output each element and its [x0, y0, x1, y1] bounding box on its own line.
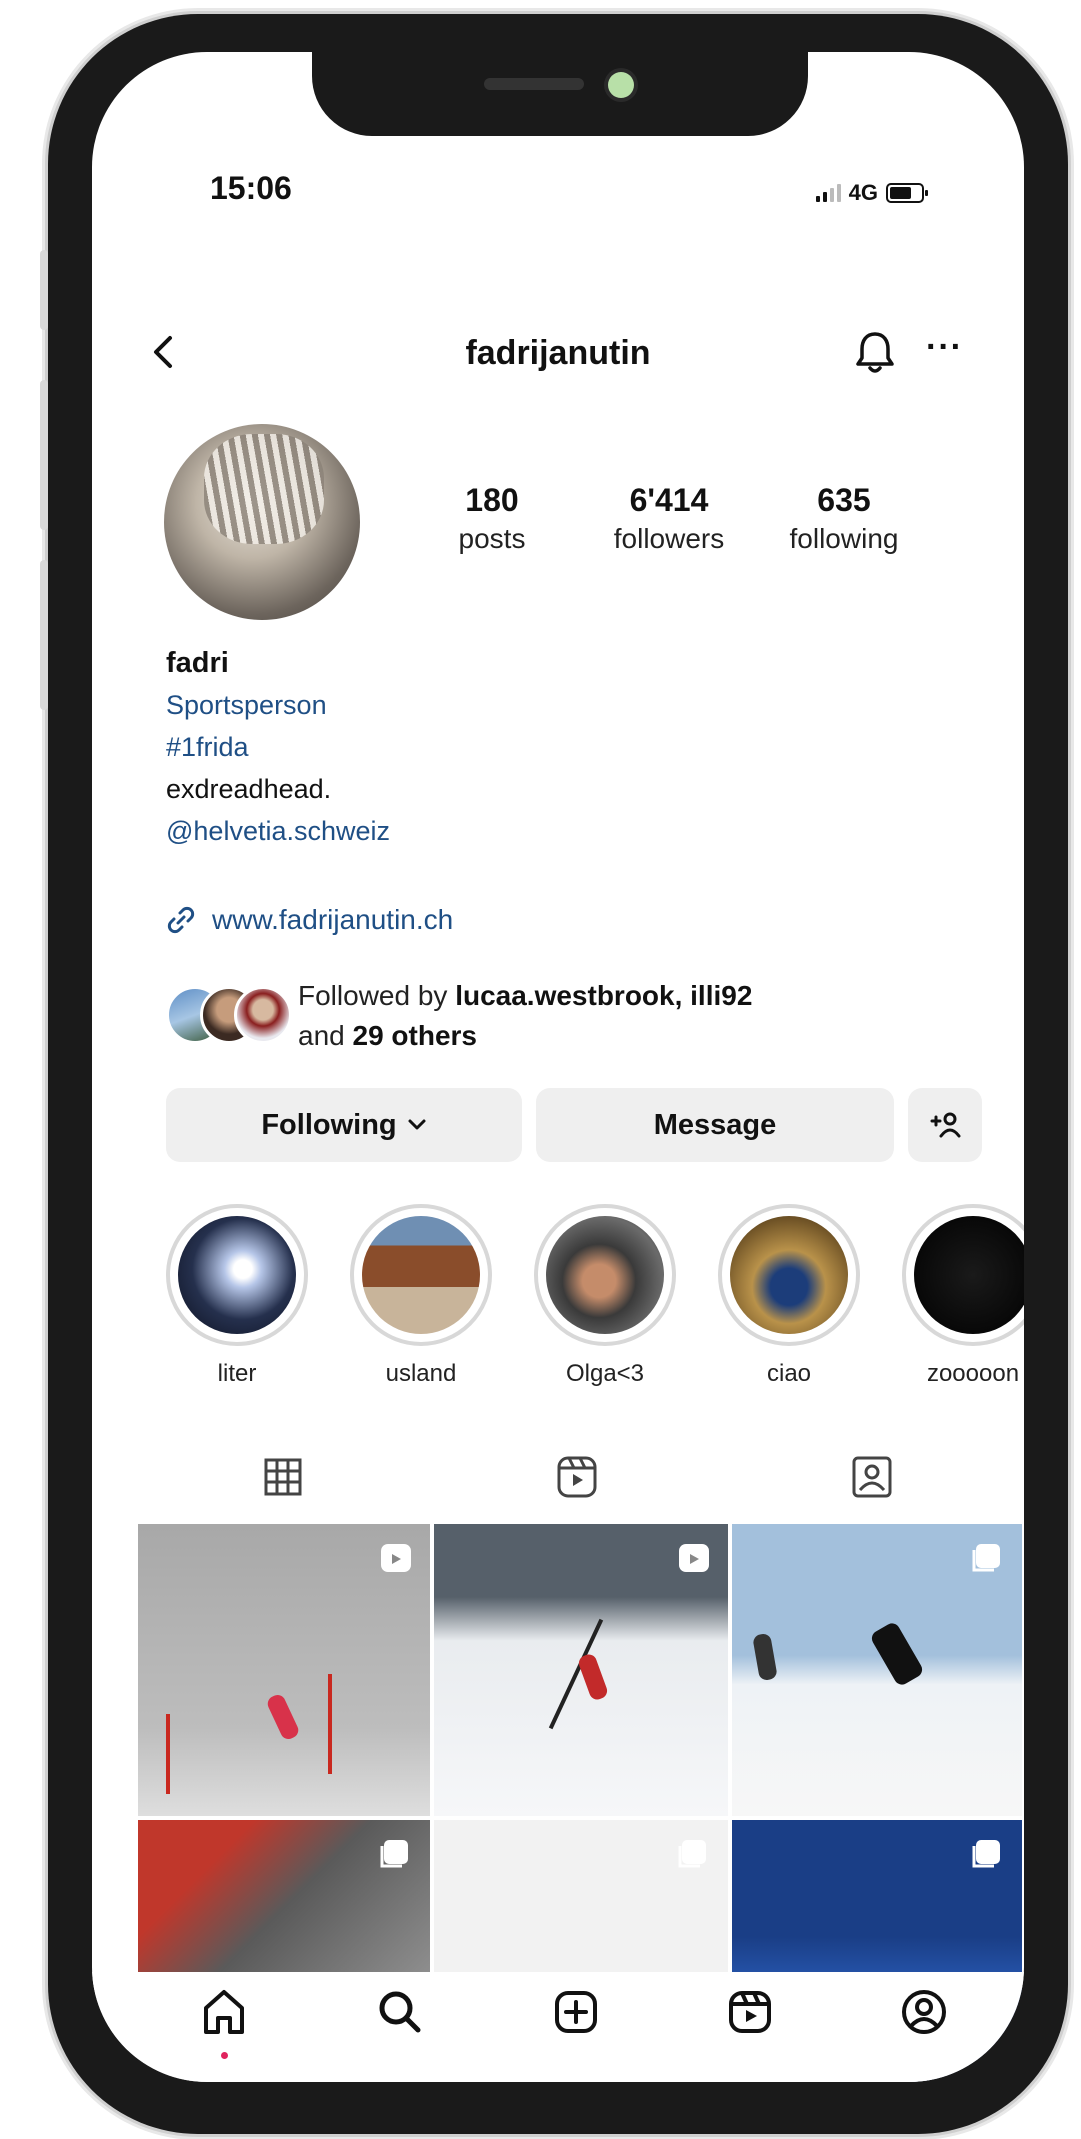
- highlight-item[interactable]: liter: [166, 1204, 308, 1388]
- status-time: 15:06: [210, 170, 292, 206]
- profile-header: fadrijanutin ···: [92, 322, 1024, 382]
- speaker: [484, 78, 584, 90]
- highlight-cover: [914, 1216, 1024, 1334]
- tagged-icon[interactable]: [842, 1448, 902, 1508]
- highlight-label: ciao: [766, 1360, 812, 1387]
- highlight-item[interactable]: ciao: [718, 1204, 860, 1388]
- highlight-item[interactable]: usland: [350, 1204, 492, 1388]
- bio-text: exdreadhead.: [166, 774, 332, 804]
- battery-icon: [886, 183, 928, 203]
- action-buttons: Following Message: [166, 1088, 982, 1162]
- home-icon[interactable]: [196, 1984, 252, 2040]
- create-icon[interactable]: [548, 1984, 604, 2040]
- followed-by[interactable]: Followed by lucaa.westbrook, illi92 and …: [166, 976, 752, 1056]
- profile-name: fadri: [166, 647, 229, 679]
- highlight-cover: [178, 1216, 296, 1334]
- slalom-gate: [328, 1674, 332, 1774]
- message-button-label: Message: [653, 1108, 777, 1141]
- highlight-item[interactable]: zooooon: [902, 1204, 1024, 1388]
- follower-avatar: [234, 986, 292, 1044]
- message-button[interactable]: Message: [536, 1088, 894, 1162]
- reels-icon[interactable]: [547, 1448, 607, 1508]
- highlight-ring: [902, 1204, 1024, 1346]
- network-type: 4G: [848, 180, 878, 205]
- stat-following[interactable]: 635 following: [774, 482, 914, 555]
- skier: [265, 1692, 301, 1742]
- suggested-users-button[interactable]: [908, 1088, 982, 1162]
- carousel-badge-icon: [972, 1840, 1000, 1868]
- reels-icon[interactable]: [722, 1984, 778, 2040]
- camera-icon: [608, 72, 634, 98]
- reel-badge-icon: [679, 1544, 709, 1572]
- bio-hashtag[interactable]: #1frida: [166, 726, 390, 768]
- profile-tabs: [92, 1448, 1024, 1512]
- followers-count: 6'414: [629, 482, 709, 518]
- mute-switch: [40, 250, 48, 330]
- link-icon: [167, 906, 195, 934]
- posts-count: 180: [465, 482, 519, 518]
- website-text: www.fadrijanutin.ch: [212, 904, 454, 935]
- profile-bio: fadri Sportsperson #1frida exdreadhead. …: [166, 642, 390, 852]
- following-button[interactable]: Following: [166, 1088, 522, 1162]
- notch: [312, 52, 808, 136]
- phone-screen: 15:06 4G fadrijanutin ··· 180 posts 6'41…: [92, 52, 1024, 2082]
- highlight-cover: [362, 1216, 480, 1334]
- carousel-badge-icon: [678, 1840, 706, 1868]
- bell-icon[interactable]: [852, 328, 898, 376]
- reel-badge-icon: [381, 1544, 411, 1572]
- slalom-gate: [166, 1714, 170, 1794]
- highlight-item[interactable]: Olga<3: [534, 1204, 676, 1388]
- highlight-ring: [166, 1204, 308, 1346]
- skier: [752, 1632, 778, 1682]
- post-thumbnail[interactable]: [434, 1524, 728, 1816]
- followed-by-text: Followed by lucaa.westbrook, illi92 and …: [298, 976, 752, 1056]
- status-indicators: 4G: [815, 180, 928, 206]
- highlight-label: zooooon: [926, 1360, 1020, 1387]
- profile-stats: 180 posts 6'414 followers 635 following: [432, 482, 914, 555]
- post-thumbnail[interactable]: [138, 1524, 430, 1816]
- profile-icon[interactable]: [896, 1984, 952, 2040]
- followed-by-prefix: Followed by: [298, 980, 456, 1011]
- website-link[interactable]: www.fadrijanutin.ch: [166, 904, 453, 936]
- notification-dot: [221, 2052, 228, 2059]
- posts-label: posts: [458, 523, 526, 554]
- carousel-badge-icon: [972, 1544, 1000, 1572]
- grid-icon[interactable]: [252, 1448, 312, 1508]
- post-thumbnail[interactable]: [732, 1524, 1022, 1816]
- stat-posts[interactable]: 180 posts: [432, 482, 552, 555]
- skier: [576, 1652, 610, 1702]
- followed-by-and: and: [298, 1020, 353, 1051]
- search-icon[interactable]: [372, 1984, 428, 2040]
- followed-by-avatars: [166, 986, 292, 1056]
- chevron-down-icon: [408, 1119, 426, 1130]
- highlight-label: Olga<3: [565, 1360, 645, 1387]
- signal-icon: [815, 184, 841, 202]
- highlight-label: liter: [217, 1360, 257, 1387]
- bio-mention[interactable]: @helvetia.schweiz: [166, 810, 390, 852]
- followers-label: followers: [613, 523, 725, 554]
- volume-up-button: [40, 380, 48, 530]
- skier: [869, 1620, 925, 1688]
- profile-category[interactable]: Sportsperson: [166, 684, 390, 726]
- following-count: 635: [817, 482, 871, 518]
- highlight-cover: [730, 1216, 848, 1334]
- highlight-label: usland: [385, 1360, 457, 1387]
- highlight-cover: [546, 1216, 664, 1334]
- following-label: following: [789, 523, 899, 554]
- story-highlights: liter usland Olga<3 ciao zooooon: [166, 1204, 1024, 1388]
- more-options-icon[interactable]: ···: [926, 330, 966, 372]
- following-button-label: Following: [261, 1108, 397, 1141]
- stat-followers[interactable]: 6'414 followers: [576, 482, 762, 555]
- profile-avatar[interactable]: [164, 424, 360, 620]
- highlight-ring: [350, 1204, 492, 1346]
- volume-down-button: [40, 560, 48, 710]
- bottom-nav: [92, 1972, 1024, 2082]
- followed-by-names: lucaa.westbrook, illi92: [455, 980, 753, 1011]
- carousel-badge-icon: [380, 1840, 408, 1868]
- add-person-icon: [930, 1112, 961, 1138]
- followed-by-others: 29 others: [352, 1020, 478, 1051]
- highlight-ring: [718, 1204, 860, 1346]
- highlight-ring: [534, 1204, 676, 1346]
